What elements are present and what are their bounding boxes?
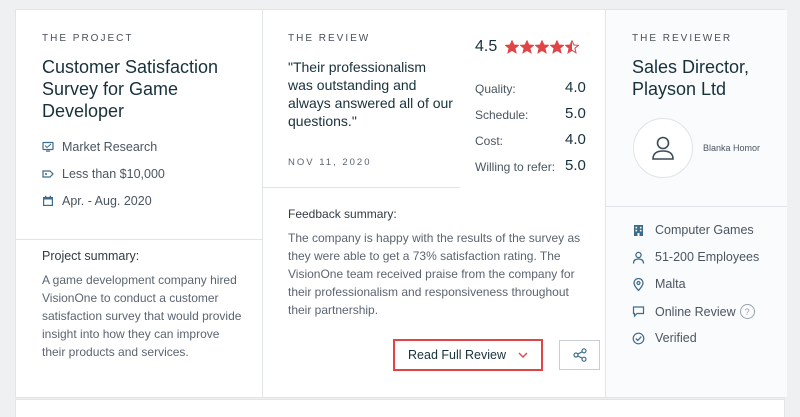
feedback-text: The company is happy with the results of… [288,231,581,317]
cost-label: Cost: [475,134,504,148]
cost-value: 4.0 [565,131,586,148]
reviewer-column: THE REVIEWER Sales Director, Playson Ltd… [605,10,787,397]
chevron-down-icon [518,352,528,358]
monitor-icon [42,141,54,152]
project-eyebrow: THE PROJECT [42,33,134,44]
share-icon [572,348,587,362]
verified-label: Verified [655,331,697,345]
schedule-value: 5.0 [565,105,586,122]
check-circle-icon [632,332,645,344]
calendar-icon [43,195,53,206]
share-button[interactable] [559,340,600,370]
user-icon [652,136,674,160]
person-icon [632,251,645,264]
industry-row: Computer Games [632,223,754,237]
chat-bubble-icon [632,306,645,318]
review-column: THE REVIEW "Their professionalism was ou… [262,10,605,397]
quality-label: Quality: [475,82,516,96]
project-summary-heading: Project summary: [42,249,140,263]
reviewer-eyebrow: THE REVIEWER [632,33,733,44]
divider [262,187,460,188]
location-label: Malta [655,277,686,291]
dates-label: Apr. - Aug. 2020 [62,194,152,208]
review-type-row: Online Review ? [632,304,755,319]
industry-label: Computer Games [655,223,754,237]
review-card: THE PROJECT Customer Satisfaction Survey… [15,9,787,398]
divider [606,206,787,207]
service-row: Market Research [42,140,157,154]
overall-rating: 4.5 [475,38,580,56]
star-full-icon [505,40,520,54]
review-quote: "Their professionalism was outstanding a… [288,59,453,129]
budget-row: Less than $10,000 [42,167,165,181]
review-type-label: Online Review [655,304,736,319]
building-icon [634,224,643,236]
willing-to-refer-value: 5.0 [565,157,586,174]
service-label: Market Research [62,140,158,154]
overall-rating-value: 4.5 [475,38,498,55]
read-full-review-label: Read Full Review [408,348,506,362]
dates-row: Apr. - Aug. 2020 [42,194,152,208]
project-column: THE PROJECT Customer Satisfaction Survey… [16,10,263,397]
star-full-icon [550,40,565,54]
reviewer-name: Blanka Homor [703,143,761,153]
divider [16,239,262,240]
price-tag-icon [42,170,54,178]
quality-value: 4.0 [565,79,586,96]
budget-label: Less than $10,000 [62,167,165,181]
willing-to-refer-label: Willing to refer: [475,160,556,174]
company-size-label: 51-200 Employees [655,250,760,264]
star-rating [505,40,580,54]
project-title: Customer Satisfaction Survey for Game De… [42,57,219,121]
read-full-review-button[interactable]: Read Full Review [393,339,543,371]
schedule-label: Schedule: [475,108,529,122]
review-quote-block: THE REVIEW "Their professionalism was ou… [262,10,460,187]
review-eyebrow: THE REVIEW [288,33,371,44]
company-size-row: 51-200 Employees [632,250,759,264]
project-summary-text: A game development company hired VisionO… [42,273,242,359]
verified-row: Verified [632,331,697,345]
reviewer-title: Sales Director, Playson Ltd [632,57,750,99]
help-icon[interactable]: ? [739,304,755,319]
review-date: NOV 11, 2020 [288,157,372,168]
star-full-icon [535,40,550,54]
avatar [633,118,693,178]
star-half-icon [565,40,580,54]
location-row: Malta [632,277,686,291]
location-pin-icon [633,277,644,291]
feedback-heading: Feedback summary: [288,207,397,221]
next-card-edge [15,399,785,417]
star-full-icon [520,40,535,54]
